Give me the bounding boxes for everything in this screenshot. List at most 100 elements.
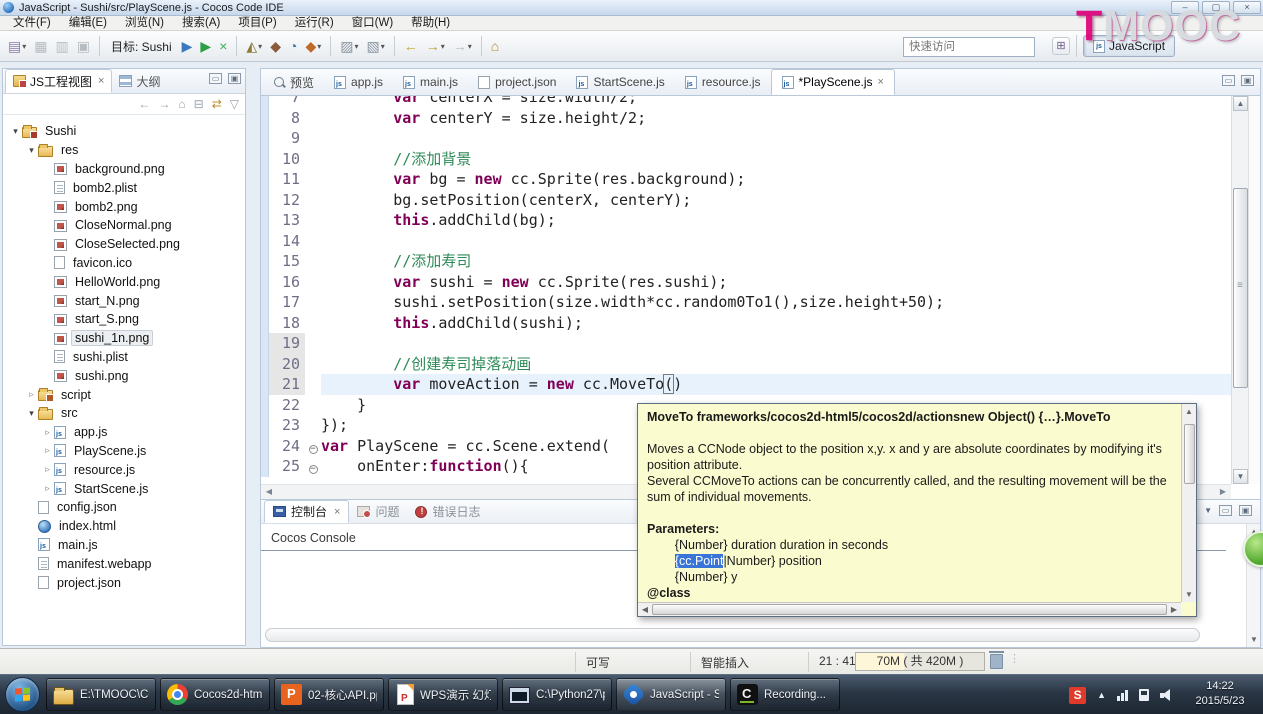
- close-tab-icon[interactable]: ×: [334, 506, 340, 518]
- menu-item[interactable]: 运行(R): [286, 16, 343, 31]
- tree-item[interactable]: sushi_1n.png: [3, 329, 245, 348]
- scroll-down-icon[interactable]: ▼: [1182, 588, 1196, 601]
- close-tab-icon[interactable]: ×: [98, 75, 104, 87]
- language-bar-icon[interactable]: [1139, 689, 1149, 701]
- scroll-up-icon[interactable]: ▲: [1233, 96, 1248, 111]
- scroll-down-icon[interactable]: ▼: [1233, 469, 1248, 484]
- tree-item[interactable]: start_N.png: [3, 291, 245, 310]
- tree-item[interactable]: project.json: [3, 573, 245, 592]
- scroll-left-icon[interactable]: ◀: [638, 603, 652, 616]
- menu-item[interactable]: 文件(F): [4, 16, 60, 31]
- tree-expander-icon[interactable]: ▾: [25, 145, 38, 156]
- editor-tab[interactable]: StartScene.js: [566, 69, 674, 95]
- scroll-right-icon[interactable]: ▶: [1216, 486, 1230, 498]
- menu-item[interactable]: 浏览(N): [116, 16, 173, 31]
- tree-item[interactable]: ▹PlayScene.js: [3, 442, 245, 461]
- menu-item[interactable]: 窗口(W): [343, 16, 403, 31]
- minimize-button[interactable]: –: [1171, 1, 1199, 14]
- scrollbar-thumb[interactable]: [1184, 424, 1195, 484]
- maximize-editor-icon[interactable]: ▣: [1241, 75, 1254, 86]
- taskbar-button-powerpoint[interactable]: 02-核心API.ppt...: [274, 678, 384, 711]
- console-horizontal-scrollbar[interactable]: [265, 628, 1200, 642]
- tree-item[interactable]: index.html: [3, 517, 245, 536]
- tree-item[interactable]: ▹StartScene.js: [3, 479, 245, 498]
- tree-item[interactable]: start_S.png: [3, 310, 245, 329]
- collapse-all-icon[interactable]: ⊟: [194, 97, 204, 111]
- forward-icon[interactable]: →: [158, 97, 170, 111]
- open-perspective-icon[interactable]: ⊞: [1052, 37, 1070, 55]
- forward-disabled-icon[interactable]: →▾: [450, 35, 475, 57]
- menu-item[interactable]: 项目(P): [229, 16, 285, 31]
- console-tab[interactable]: 控制台×: [264, 500, 349, 523]
- menu-item[interactable]: 搜索(A): [173, 16, 229, 31]
- tree-item[interactable]: manifest.webapp: [3, 554, 245, 573]
- tree-item[interactable]: ▹resource.js: [3, 460, 245, 479]
- sidebar-tab[interactable]: JS工程视图×: [5, 69, 112, 93]
- show-hidden-icons-icon[interactable]: ▲: [1097, 690, 1106, 700]
- taskbar-clock[interactable]: 14:22 2015/5/23: [1181, 679, 1259, 709]
- maximize-button[interactable]: ▢: [1202, 1, 1230, 14]
- scheduled-sync-icon[interactable]: ◔: [286, 35, 300, 57]
- home-icon[interactable]: ⌂: [178, 97, 185, 111]
- tree-expander-icon[interactable]: ▾: [9, 126, 22, 137]
- tree-item[interactable]: ▹app.js: [3, 423, 245, 442]
- tree-expander-icon[interactable]: ▾: [25, 408, 38, 419]
- print-icon[interactable]: ▣: [74, 35, 93, 57]
- external-tools-icon[interactable]: ◆▾: [302, 35, 324, 57]
- tree-item[interactable]: ▾res: [3, 141, 245, 160]
- new-wizard-icon[interactable]: ▤▾: [5, 35, 29, 57]
- tree-item[interactable]: sushi.png: [3, 366, 245, 385]
- editor-tab[interactable]: project.json: [468, 69, 566, 95]
- scroll-down-icon[interactable]: ▼: [1247, 633, 1261, 646]
- fold-toggle-icon[interactable]: −: [305, 436, 321, 457]
- volume-icon[interactable]: [1160, 689, 1175, 702]
- sogou-tray-icon[interactable]: S: [1069, 687, 1086, 704]
- run-icon[interactable]: ▶: [197, 35, 214, 57]
- tree-expander-icon[interactable]: ▹: [41, 483, 54, 494]
- taskbar-button-cocos-ide[interactable]: JavaScript - Su...: [616, 678, 726, 711]
- debug-icon[interactable]: ▶: [179, 35, 196, 57]
- tree-item[interactable]: ▾src: [3, 404, 245, 423]
- menu-item[interactable]: 编辑(E): [60, 16, 116, 31]
- network-signal-icon[interactable]: [1117, 689, 1128, 701]
- sidebar-tab[interactable]: 大纲: [112, 69, 167, 93]
- forward-history-icon[interactable]: →▾: [423, 35, 448, 57]
- tree-expander-icon[interactable]: ▹: [25, 389, 38, 400]
- tooltip-vertical-scrollbar[interactable]: ▲ ▼: [1181, 404, 1196, 602]
- tree-item[interactable]: bomb2.plist: [3, 178, 245, 197]
- menu-item[interactable]: 帮助(H): [402, 16, 459, 31]
- taskbar-button-cmd[interactable]: C:\Python27\py...: [502, 678, 612, 711]
- minimize-editor-icon[interactable]: ▭: [1222, 75, 1235, 86]
- view-menu-icon[interactable]: ▽: [230, 97, 239, 111]
- link-with-editor-icon[interactable]: ⇄: [212, 97, 222, 111]
- editor-tab[interactable]: app.js: [324, 69, 393, 95]
- scrollbar-thumb[interactable]: [652, 604, 1167, 615]
- minimize-console-icon[interactable]: ▭: [1219, 505, 1232, 516]
- perspective-button-javascript[interactable]: js JavaScript: [1083, 35, 1175, 57]
- back-history-icon[interactable]: ←: [401, 35, 421, 57]
- save-icon[interactable]: ▦: [31, 35, 50, 57]
- tree-item[interactable]: main.js: [3, 536, 245, 555]
- tree-item[interactable]: ▾Sushi: [3, 122, 245, 141]
- taskbar-button-wps[interactable]: WPS演示 幻灯...: [388, 678, 498, 711]
- fold-toggle-icon[interactable]: −: [305, 456, 321, 477]
- tree-item[interactable]: favicon.ico: [3, 254, 245, 273]
- scroll-right-icon[interactable]: ▶: [1167, 603, 1181, 616]
- close-button[interactable]: ×: [1233, 1, 1261, 14]
- tree-expander-icon[interactable]: ▹: [41, 445, 54, 456]
- tree-item[interactable]: CloseNormal.png: [3, 216, 245, 235]
- taskbar-button-camtasia[interactable]: Recording...: [730, 678, 840, 711]
- tree-item[interactable]: background.png: [3, 160, 245, 179]
- quick-access-input[interactable]: [903, 37, 1035, 57]
- start-button[interactable]: [5, 677, 40, 712]
- minimize-view-icon[interactable]: ▭: [209, 73, 222, 84]
- tree-item[interactable]: ▹script: [3, 385, 245, 404]
- scroll-left-icon[interactable]: ◀: [262, 486, 276, 498]
- taskbar-button-explorer[interactable]: E:\TMOOC\Co...: [46, 678, 156, 711]
- view-menu-icon[interactable]: ▼: [1204, 506, 1212, 515]
- scroll-up-icon[interactable]: ▲: [1182, 405, 1196, 418]
- back-icon[interactable]: ←: [138, 97, 150, 111]
- editor-tab[interactable]: resource.js: [675, 69, 771, 95]
- close-tab-icon[interactable]: ×: [878, 76, 884, 88]
- taskbar-button-chrome[interactable]: Cocos2d-html5...: [160, 678, 270, 711]
